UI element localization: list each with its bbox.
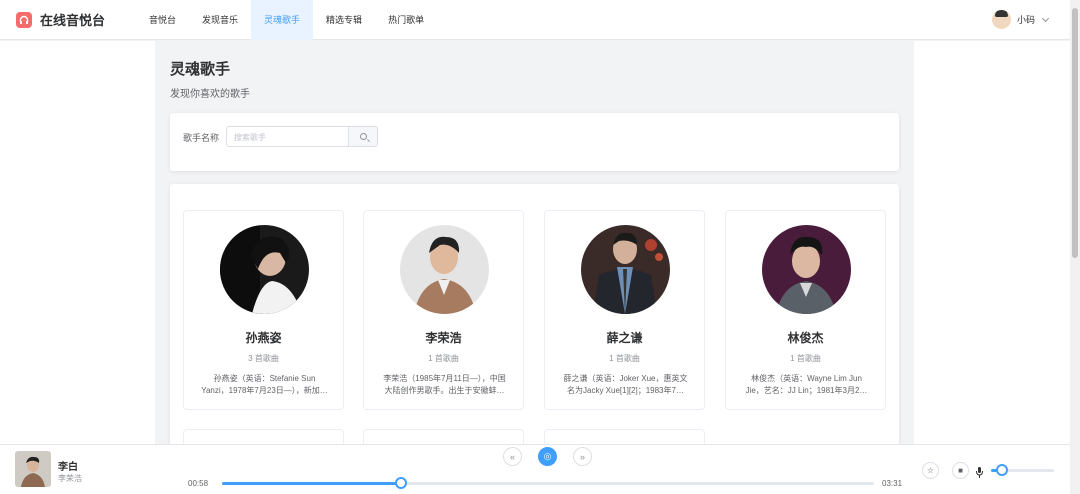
- artist-name: 林俊杰: [787, 331, 824, 345]
- song-title: 李白: [58, 462, 78, 473]
- top-bar: 在线音悦台 音悦台 发现音乐 灵魂歌手 精选专辑 热门歌单 小码: [0, 0, 1070, 40]
- artist-song-count: 1 首歌曲: [428, 354, 459, 363]
- artist-card[interactable]: 孙燕姿 3 首歌曲 孙燕姿（英语：Stefanie Sun Yanzi，1978…: [183, 210, 344, 410]
- page-title: 灵魂歌手: [170, 61, 231, 78]
- search-icon: [359, 133, 367, 140]
- next-button[interactable]: »: [573, 447, 592, 466]
- progress-fill: [222, 482, 402, 485]
- stop-icon[interactable]: ■: [952, 462, 969, 479]
- main-nav: 音悦台 发现音乐 灵魂歌手 精选专辑 热门歌单: [136, 0, 437, 40]
- search-card: 歌手名称 搜索歌手: [170, 113, 899, 171]
- progress-slider[interactable]: [222, 477, 874, 489]
- artist-card[interactable]: 林俊杰 1 首歌曲 林俊杰（英语：Wayne Lim Jun Jie，艺名：JJ…: [725, 210, 886, 410]
- play-button[interactable]: ◎: [538, 447, 557, 466]
- current-time: 00:58: [188, 479, 209, 488]
- artist-list: 孙燕姿 3 首歌曲 孙燕姿（英语：Stefanie Sun Yanzi，1978…: [170, 184, 899, 454]
- artist-description: 林俊杰（英语：Wayne Lim Jun Jie，艺名：JJ Lin；1981年…: [745, 374, 868, 395]
- album-cover[interactable]: [15, 451, 51, 487]
- artist-song-count: 1 首歌曲: [609, 354, 640, 363]
- artist-photo: [220, 225, 309, 314]
- music-player: 李白 李荣浩 « ◎ » 00:58 03:31 ☆ ■: [0, 444, 1070, 494]
- artist-name: 薛之谦: [606, 331, 643, 345]
- search-label: 歌手名称: [183, 133, 220, 143]
- volume-handle[interactable]: [996, 464, 1009, 476]
- nav-item-discover[interactable]: 发现音乐: [189, 0, 251, 40]
- artist-card[interactable]: 薛之谦 1 首歌曲 薛之谦（英语：Joker Xue，惠英文名为Jacky Xu…: [544, 210, 705, 410]
- mic-icon[interactable]: [976, 465, 983, 478]
- headphones-icon: [16, 11, 32, 28]
- search-button[interactable]: [348, 126, 378, 147]
- chevron-down-icon: [1041, 14, 1050, 22]
- artist-name: 孙燕姿: [245, 331, 282, 345]
- artist-photo: [581, 225, 670, 314]
- page-scrollbar[interactable]: [1070, 0, 1080, 494]
- artist-photo: [762, 225, 851, 314]
- total-time: 03:31: [882, 479, 903, 488]
- artist-description: 李荣浩（1985年7月11日—），中国大陆创作男歌手。出生于安徽蚌…: [383, 374, 506, 395]
- scrollbar-thumb[interactable]: [1072, 8, 1078, 258]
- page-subtitle: 发现你喜欢的歌手: [170, 89, 250, 100]
- artist-card[interactable]: 李荣浩 1 首歌曲 李荣浩（1985年7月11日—），中国大陆创作男歌手。出生于…: [363, 210, 524, 410]
- artist-song-count: 1 首歌曲: [790, 354, 821, 363]
- artist-photo: [400, 225, 489, 314]
- avatar: [991, 10, 1011, 29]
- right-margin: [914, 41, 1070, 444]
- star-icon[interactable]: ☆: [922, 462, 939, 479]
- app-title: 在线音悦台: [40, 13, 106, 28]
- artist-description: 孙燕姿（英语：Stefanie Sun Yanzi，1978年7月23日—），新…: [201, 374, 328, 395]
- left-margin: [0, 41, 155, 444]
- logo[interactable]: 在线音悦台: [16, 10, 136, 29]
- song-artist: 李荣浩: [58, 474, 82, 483]
- nav-item-singers[interactable]: 灵魂歌手: [251, 0, 314, 40]
- nav-item-playlists[interactable]: 热门歌单: [375, 0, 437, 40]
- user-name: 小码: [1016, 15, 1035, 25]
- user-menu[interactable]: 小码: [991, 10, 1050, 29]
- artist-description: 薛之谦（英语：Joker Xue，惠英文名为Jacky Xue[1][2]；19…: [563, 374, 688, 395]
- nav-item-albums[interactable]: 精选专辑: [313, 0, 375, 40]
- prev-button[interactable]: «: [503, 447, 522, 466]
- artist-song-count: 3 首歌曲: [248, 354, 279, 363]
- artist-name: 李荣浩: [425, 331, 462, 345]
- nav-item-home[interactable]: 音悦台: [136, 0, 189, 40]
- search-input[interactable]: 搜索歌手: [226, 126, 349, 147]
- volume-slider[interactable]: [991, 464, 1054, 476]
- progress-handle[interactable]: [395, 477, 408, 489]
